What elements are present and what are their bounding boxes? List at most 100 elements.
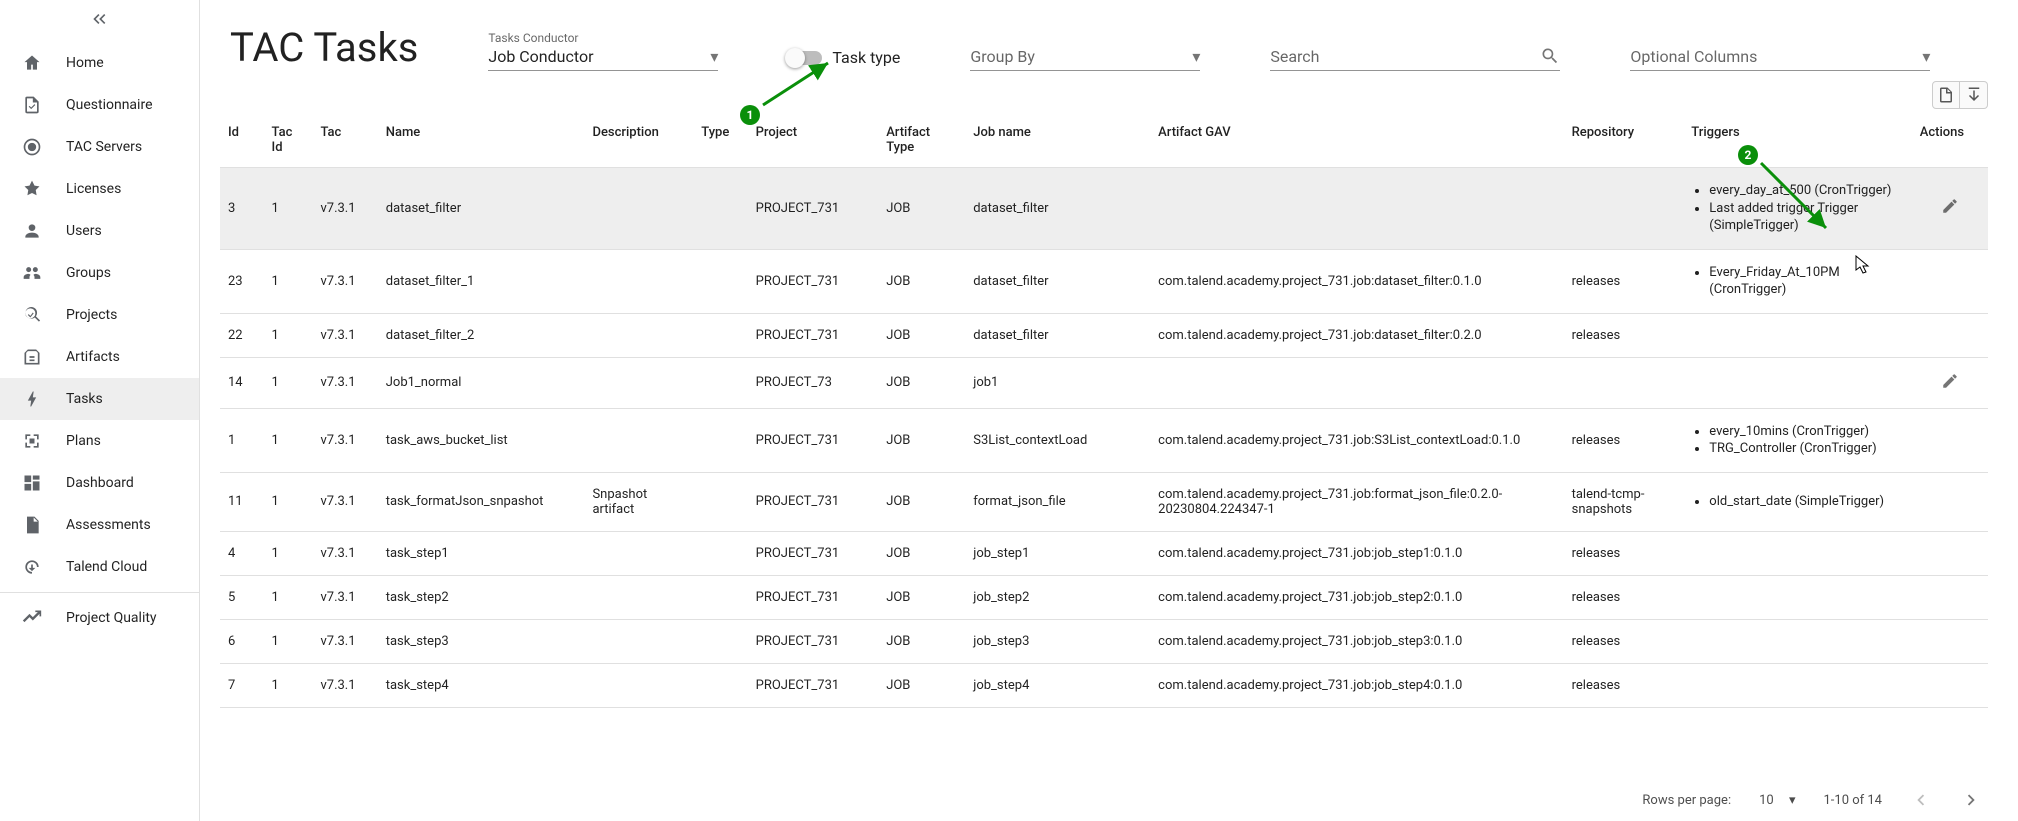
sidebar-item-project-quality[interactable]: Project Quality: [0, 597, 199, 639]
cell: [584, 357, 693, 408]
cell: 7: [220, 663, 264, 707]
sidebar-item-label: Artifacts: [66, 349, 120, 365]
download-button[interactable]: [1960, 81, 1988, 109]
nav-list: Home QuestionnaireTAC Servers Licenses User…: [0, 38, 199, 639]
cell: com.talend.academy.project_731.job:job_s…: [1150, 531, 1563, 575]
actions-cell: [1912, 472, 1988, 531]
group-by-select[interactable]: Group By▾: [970, 47, 1200, 71]
cell: com.talend.academy.project_731.job:job_s…: [1150, 619, 1563, 663]
sidebar: Home QuestionnaireTAC Servers Licenses User…: [0, 0, 200, 821]
sidebar-item-projects[interactable]: Projects: [0, 294, 199, 336]
trigger-item: Last added trigger Trigger (SimpleTrigge…: [1709, 200, 1903, 235]
table-row[interactable]: 41v7.3.1task_step1PROJECT_731JOBjob_step…: [220, 531, 1988, 575]
cell: JOB: [878, 408, 965, 472]
cell: releases: [1564, 249, 1684, 313]
sidebar-item-tac-servers[interactable]: TAC Servers: [0, 126, 199, 168]
sidebar-item-label: Licenses: [66, 181, 121, 197]
table-row[interactable]: 71v7.3.1task_step4PROJECT_731JOBjob_step…: [220, 663, 1988, 707]
chevron-down-icon: ▾: [1789, 793, 1796, 808]
col-name[interactable]: Name: [378, 113, 585, 168]
cell: job_step3: [965, 619, 1150, 663]
sidebar-item-artifacts[interactable]: Artifacts: [0, 336, 199, 378]
download-icon: [1965, 86, 1983, 104]
task-icon: [20, 387, 44, 411]
cell: v7.3.1: [312, 249, 377, 313]
sidebar-collapse-button[interactable]: [0, 0, 199, 38]
cell: Snpashot artifact: [584, 472, 693, 531]
cell: task_step1: [378, 531, 585, 575]
edit-button[interactable]: [1941, 197, 1959, 215]
col-id[interactable]: Id: [220, 113, 264, 168]
cell: job_step1: [965, 531, 1150, 575]
sidebar-item-dashboard[interactable]: Dashboard: [0, 462, 199, 504]
search-input[interactable]: [1270, 47, 1540, 66]
cell: releases: [1564, 313, 1684, 357]
sidebar-item-tasks[interactable]: Tasks: [0, 378, 199, 420]
sidebar-item-groups[interactable]: Groups: [0, 252, 199, 294]
server-icon: [20, 135, 44, 159]
optional-columns-select[interactable]: Optional Columns▾: [1630, 47, 1930, 71]
sidebar-item-licenses[interactable]: Licenses: [0, 168, 199, 210]
tasks-conductor-caption: Tasks Conductor: [488, 31, 718, 45]
home-icon: [20, 51, 44, 75]
col-repository[interactable]: Repository: [1564, 113, 1684, 168]
sidebar-item-talend-cloud[interactable]: Talend Cloud: [0, 546, 199, 588]
table-row[interactable]: 51v7.3.1task_step2PROJECT_731JOBjob_step…: [220, 575, 1988, 619]
cell: JOB: [878, 249, 965, 313]
tasks-conductor-select[interactable]: Tasks Conductor Job Conductor▾: [488, 31, 718, 71]
sidebar-item-home[interactable]: Home: [0, 42, 199, 84]
cell: [693, 249, 747, 313]
col-actions[interactable]: Actions: [1912, 113, 1988, 168]
export-button[interactable]: [1932, 81, 1960, 109]
cell: 1: [264, 249, 313, 313]
chevron-double-left-icon: [90, 9, 110, 29]
prev-page-button[interactable]: [1910, 789, 1932, 811]
sidebar-item-label: Home: [66, 55, 104, 71]
cell: task_step2: [378, 575, 585, 619]
cell: [693, 663, 747, 707]
actions-cell: [1912, 531, 1988, 575]
chevron-down-icon: ▾: [1192, 47, 1200, 66]
table-row[interactable]: 31v7.3.1dataset_filterPROJECT_731JOBdata…: [220, 168, 1988, 250]
table-row[interactable]: 11v7.3.1task_aws_bucket_listPROJECT_731J…: [220, 408, 1988, 472]
rows-per-page-select[interactable]: 10 ▾: [1759, 793, 1795, 808]
col-description[interactable]: Description: [584, 113, 693, 168]
col-type[interactable]: Type: [693, 113, 747, 168]
table-row[interactable]: 61v7.3.1task_step3PROJECT_731JOBjob_step…: [220, 619, 1988, 663]
col-project[interactable]: Project: [748, 113, 879, 168]
cell: [584, 168, 693, 250]
cell: com.talend.academy.project_731.job:job_s…: [1150, 575, 1563, 619]
optional-columns-value: Optional Columns: [1630, 47, 1757, 66]
col-tac[interactable]: Tac: [312, 113, 377, 168]
cell: v7.3.1: [312, 619, 377, 663]
cell: 11: [220, 472, 264, 531]
cell: releases: [1564, 619, 1684, 663]
user-icon: [20, 219, 44, 243]
cell: format_json_file: [965, 472, 1150, 531]
col-artifact-type[interactable]: Artifact Type: [878, 113, 965, 168]
sidebar-item-assessments[interactable]: Assessments: [0, 504, 199, 546]
table-row[interactable]: 231v7.3.1dataset_filter_1PROJECT_731JOBd…: [220, 249, 1988, 313]
next-page-button[interactable]: [1960, 789, 1982, 811]
col-job-name[interactable]: Job name: [965, 113, 1150, 168]
table-row[interactable]: 141v7.3.1Job1_normalPROJECT_73JOBjob1: [220, 357, 1988, 408]
table-row[interactable]: 221v7.3.1dataset_filter_2PROJECT_731JOBd…: [220, 313, 1988, 357]
cell: [1564, 357, 1684, 408]
sidebar-item-plans[interactable]: Plans: [0, 420, 199, 462]
cell: v7.3.1: [312, 168, 377, 250]
search-box[interactable]: [1270, 46, 1560, 71]
table-row[interactable]: 111v7.3.1task_formatJson_snpashotSnpasho…: [220, 472, 1988, 531]
sidebar-item-questionnaire[interactable]: Questionnaire: [0, 84, 199, 126]
pencil-icon: [1941, 197, 1959, 215]
col-tac-id[interactable]: Tac Id: [264, 113, 313, 168]
task-type-toggle[interactable]: [788, 51, 822, 65]
col-artifact-gav[interactable]: Artifact GAV: [1150, 113, 1563, 168]
sidebar-item-users[interactable]: Users: [0, 210, 199, 252]
cell: [693, 168, 747, 250]
trigger-item: old_start_date (SimpleTrigger): [1709, 493, 1903, 511]
col-triggers[interactable]: Triggers: [1683, 113, 1911, 168]
cell: JOB: [878, 472, 965, 531]
cell: 22: [220, 313, 264, 357]
cell: 1: [264, 408, 313, 472]
edit-button[interactable]: [1941, 372, 1959, 390]
